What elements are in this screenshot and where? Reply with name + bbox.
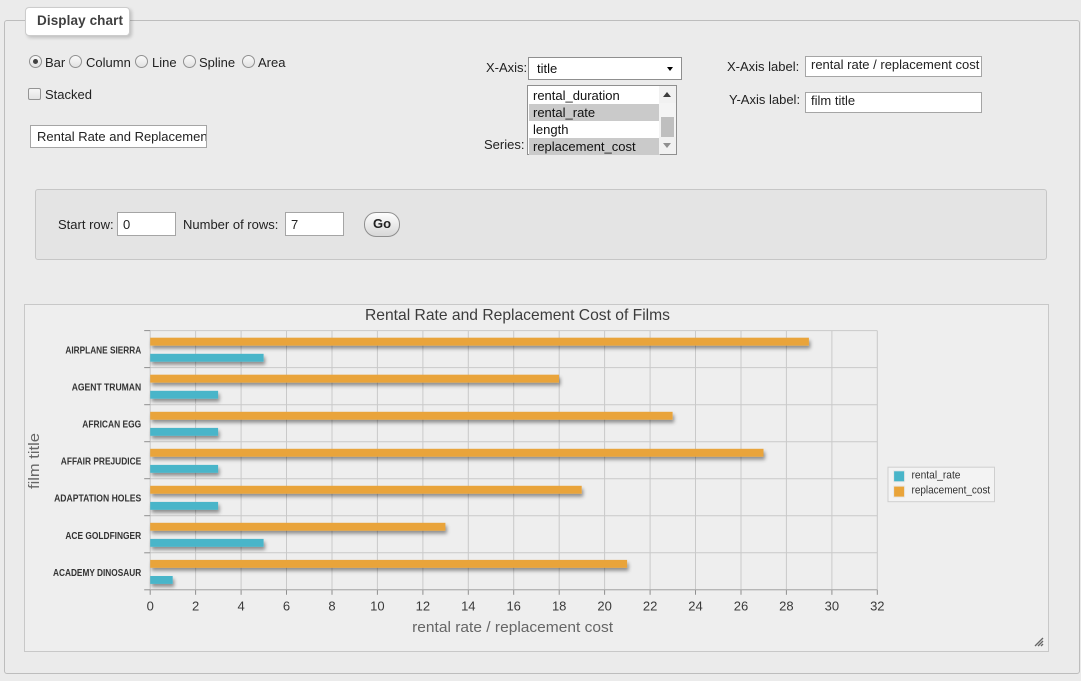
svg-text:2: 2 — [192, 599, 199, 614]
svg-text:10: 10 — [370, 599, 384, 614]
svg-text:AIRPLANE SIERRA: AIRPLANE SIERRA — [65, 346, 141, 357]
svg-text:32: 32 — [870, 599, 884, 614]
svg-text:rental_rate: rental_rate — [912, 469, 961, 481]
svg-text:30: 30 — [825, 599, 839, 614]
svg-text:24: 24 — [688, 599, 702, 614]
svg-text:20: 20 — [597, 599, 611, 614]
svg-text:rental rate / replacement cost: rental rate / replacement cost — [412, 619, 614, 636]
svg-text:22: 22 — [643, 599, 657, 614]
svg-text:26: 26 — [734, 599, 748, 614]
svg-text:4: 4 — [237, 599, 244, 614]
svg-text:16: 16 — [506, 599, 520, 614]
svg-text:0: 0 — [147, 599, 154, 614]
svg-text:Rental Rate and Replacement Co: Rental Rate and Replacement Cost of Film… — [365, 307, 670, 324]
svg-text:AFRICAN EGG: AFRICAN EGG — [82, 420, 141, 431]
svg-text:18: 18 — [552, 599, 566, 614]
svg-text:ADAPTATION HOLES: ADAPTATION HOLES — [54, 494, 141, 505]
svg-text:AFFAIR PREJUDICE: AFFAIR PREJUDICE — [61, 457, 142, 468]
svg-text:14: 14 — [461, 599, 475, 614]
svg-text:8: 8 — [328, 599, 335, 614]
svg-text:6: 6 — [283, 599, 290, 614]
svg-text:replacement_cost: replacement_cost — [912, 485, 991, 497]
svg-text:12: 12 — [416, 599, 430, 614]
svg-text:film title: film title — [26, 433, 43, 489]
svg-text:ACE GOLDFINGER: ACE GOLDFINGER — [65, 531, 141, 542]
svg-text:AGENT TRUMAN: AGENT TRUMAN — [72, 383, 142, 394]
svg-text:ACADEMY DINOSAUR: ACADEMY DINOSAUR — [53, 568, 142, 579]
svg-text:28: 28 — [779, 599, 793, 614]
